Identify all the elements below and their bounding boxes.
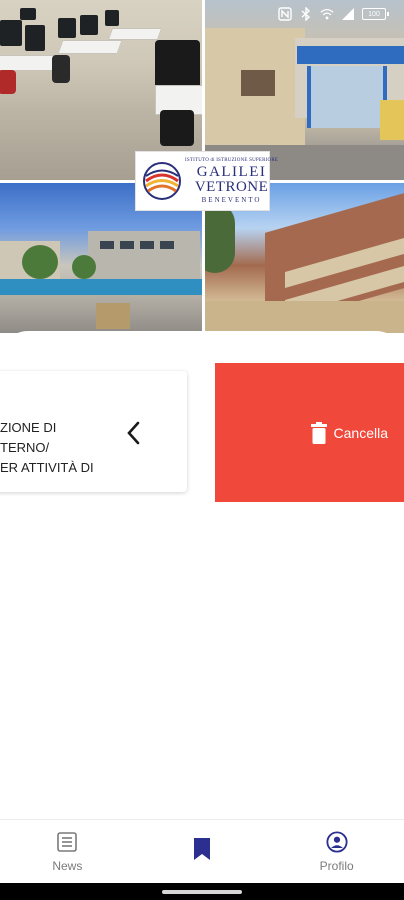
nav-item-saved[interactable] xyxy=(135,820,270,883)
news-card-title: ZIONE DI TERNO/ ER ATTIVITÀ DI xyxy=(0,418,120,478)
delete-label: Cancella xyxy=(333,424,388,441)
nav-item-news[interactable]: News xyxy=(0,820,135,883)
nav-label-profile: Profilo xyxy=(319,859,354,873)
saved-news-card[interactable]: ZIONE DI TERNO/ ER ATTIVITÀ DI xyxy=(0,371,187,492)
delete-swipe-action[interactable]: Cancella xyxy=(215,363,404,502)
news-title-line: ZIONE DI xyxy=(0,420,57,435)
app-screen: ISTITUTO di ISTRUZIONE SUPERIORE GALILEI… xyxy=(0,0,404,900)
nav-label-news: News xyxy=(52,859,83,873)
gesture-handle[interactable] xyxy=(162,890,242,894)
status-bar: 100 xyxy=(244,0,404,28)
bluetooth-icon xyxy=(299,7,313,21)
signal-icon xyxy=(341,7,355,21)
nav-item-profile[interactable]: Profilo xyxy=(269,820,404,883)
profile-icon xyxy=(326,830,348,854)
saved-news-list: ZIONE DI TERNO/ ER ATTIVITÀ DI Cancella xyxy=(0,331,404,819)
header-image-collage: ISTITUTO di ISTRUZIONE SUPERIORE GALILEI… xyxy=(0,0,404,340)
bookmark-icon xyxy=(191,837,213,861)
logo-top-line: ISTITUTO di ISTRUZIONE SUPERIORE xyxy=(185,158,279,163)
logo-emblem-icon xyxy=(143,162,181,200)
battery-icon: 100 xyxy=(362,8,389,20)
news-title-line: TERNO/ xyxy=(0,440,50,455)
logo-city: BENEVENTO xyxy=(201,196,262,204)
trash-icon xyxy=(310,421,327,444)
wifi-icon xyxy=(320,7,334,21)
logo-name-galilei: GALILEI xyxy=(196,164,267,180)
school-logo: ISTITUTO di ISTRUZIONE SUPERIORE GALILEI… xyxy=(135,151,278,211)
logo-name-vetrone: VETRONE xyxy=(194,179,269,195)
bottom-navigation: News Profilo xyxy=(0,819,404,883)
news-icon xyxy=(56,830,78,854)
chevron-left-icon[interactable] xyxy=(124,419,144,447)
nfc-icon xyxy=(278,7,292,21)
system-gesture-bar xyxy=(0,883,404,900)
news-title-line: ER ATTIVITÀ DI xyxy=(0,460,94,475)
